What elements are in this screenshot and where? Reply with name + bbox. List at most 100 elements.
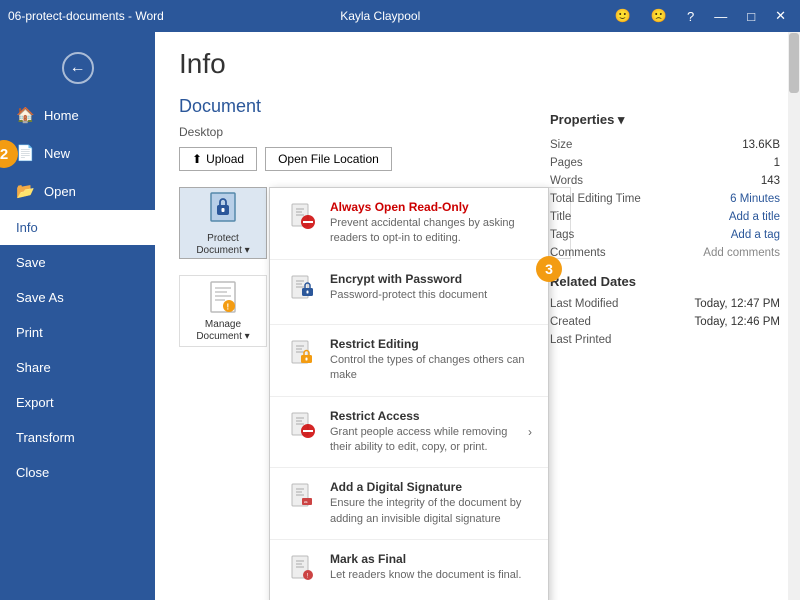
menu-item-always-open-readonly[interactable]: Always Open Read-Only Prevent accidental…: [270, 188, 548, 260]
sidebar-item-transform[interactable]: Transform: [0, 420, 155, 455]
protect-document-label: ProtectDocument ▾: [196, 233, 249, 257]
prop-row-editing-time: Total Editing Time 6 Minutes: [550, 190, 780, 208]
prop-value-last-modified: Today, 12:47 PM: [695, 298, 780, 310]
prop-label-words: Words: [550, 175, 583, 187]
home-icon: 🏠: [16, 106, 34, 124]
prop-value-editing-time: 6 Minutes: [730, 193, 780, 205]
app-body: ← 🏠 Home 📄 New 2 📂 Open Info Save Save A…: [0, 32, 800, 600]
prop-label-created: Created: [550, 316, 591, 328]
protect-document-dropdown: 3 Always Open R: [269, 187, 549, 600]
prop-value-tags: Add a tag: [731, 229, 780, 241]
page-title: Info: [179, 48, 776, 80]
menu-item-mark-final[interactable]: ! Mark as Final Let readers know the doc…: [270, 540, 548, 600]
sidebar-item-info[interactable]: Info: [0, 210, 155, 245]
menu-item-restrict-editing[interactable]: Restrict Editing Control the types of ch…: [270, 325, 548, 397]
titlebar-user: Kayla Claypool: [340, 9, 420, 23]
scrollbar-track[interactable]: [788, 32, 800, 600]
sidebar-label-export: Export: [16, 395, 54, 410]
sidebar-item-new[interactable]: 📄 New 2: [0, 134, 155, 172]
sidebar-label-saveas: Save As: [16, 290, 64, 305]
sidebar-label-info: Info: [16, 220, 38, 235]
menu-item-text-digital-signature: Add a Digital Signature Ensure the integ…: [330, 480, 532, 527]
menu-item-text-encrypt: Encrypt with Password Password-protect t…: [330, 272, 487, 303]
prop-value-title: Add a title: [729, 211, 780, 223]
sidebar-item-share[interactable]: Share: [0, 350, 155, 385]
new-icon: 📄: [16, 144, 34, 162]
related-dates: Related Dates Last Modified Today, 12:47…: [550, 274, 780, 349]
properties-header: Properties ▾: [550, 112, 780, 128]
sidebar-item-print[interactable]: Print: [0, 315, 155, 350]
prop-label-title: Title: [550, 211, 571, 223]
prop-value-words: 143: [761, 175, 780, 187]
prop-row-tags[interactable]: Tags Add a tag: [550, 226, 780, 244]
prop-value-pages: 1: [774, 157, 780, 169]
upload-button[interactable]: ⬆ Upload: [179, 147, 257, 171]
manage-document-button[interactable]: ! ManageDocument ▾: [179, 275, 267, 347]
sidebar-label-share: Share: [16, 360, 51, 375]
menu-item-digital-signature[interactable]: ✏ Add a Digital Signature Ensure the int…: [270, 468, 548, 540]
prop-label-pages: Pages: [550, 157, 583, 169]
prop-row-size: Size 13.6KB: [550, 136, 780, 154]
protect-document-icon: [207, 189, 239, 231]
sidebar-label-save: Save: [16, 255, 46, 270]
badge-3: 3: [536, 256, 562, 282]
menu-item-encrypt-password[interactable]: Encrypt with Password Password-protect t…: [270, 260, 548, 325]
prop-label-last-modified: Last Modified: [550, 298, 618, 310]
back-button[interactable]: ←: [8, 44, 147, 92]
prop-label-last-printed: Last Printed: [550, 334, 611, 346]
sidebar-item-export[interactable]: Export: [0, 385, 155, 420]
manage-document-label: ManageDocument ▾: [196, 319, 249, 343]
emoji-sad[interactable]: 🙁: [645, 6, 673, 26]
prop-value-comments: Add comments: [703, 247, 780, 259]
emoji-happy[interactable]: 🙂: [609, 6, 637, 26]
protect-document-button[interactable]: ProtectDocument ▾: [179, 187, 267, 259]
menu-item-text-mark-final: Mark as Final Let readers know the docum…: [330, 552, 521, 583]
readonly-icon: [286, 200, 318, 240]
titlebar: 06-protect-documents - Word Kayla Claypo…: [0, 0, 800, 32]
titlebar-controls: 🙂 🙁 ? — □ ✕: [609, 6, 792, 26]
prop-row-last-printed: Last Printed: [550, 331, 780, 349]
menu-item-text-readonly: Always Open Read-Only Prevent accidental…: [330, 200, 532, 247]
minimize-button[interactable]: —: [708, 7, 733, 26]
sidebar-label-open: Open: [44, 184, 76, 199]
open-icon: 📂: [16, 182, 34, 200]
prop-row-created: Created Today, 12:46 PM: [550, 313, 780, 331]
related-dates-header: Related Dates: [550, 274, 780, 289]
prop-row-comments[interactable]: Comments Add comments: [550, 244, 780, 262]
mark-final-icon: !: [286, 552, 318, 592]
open-file-location-button[interactable]: Open File Location: [265, 147, 392, 171]
prop-row-words: Words 143: [550, 172, 780, 190]
help-button[interactable]: ?: [681, 7, 700, 26]
manage-document-icon: !: [207, 280, 239, 319]
prop-row-last-modified: Last Modified Today, 12:47 PM: [550, 295, 780, 313]
content-area: Info Document Desktop ⬆ Upload Open File…: [155, 32, 800, 600]
sidebar-label-new: New: [44, 146, 70, 161]
sidebar-item-saveas[interactable]: Save As: [0, 280, 155, 315]
sidebar-item-save[interactable]: Save: [0, 245, 155, 280]
encrypt-icon: [286, 272, 318, 312]
back-circle-icon: ←: [62, 52, 94, 84]
sidebar-label-home: Home: [44, 108, 79, 123]
sidebar-label-print: Print: [16, 325, 43, 340]
titlebar-title: 06-protect-documents - Word: [8, 9, 164, 23]
sidebar-item-close[interactable]: Close: [0, 455, 155, 490]
prop-row-pages: Pages 1: [550, 154, 780, 172]
scrollbar-thumb[interactable]: [789, 33, 799, 93]
sidebar-item-open[interactable]: 📂 Open: [0, 172, 155, 210]
menu-item-restrict-access[interactable]: Restrict Access Grant people access whil…: [270, 397, 548, 469]
maximize-button[interactable]: □: [741, 7, 761, 26]
prop-value-created: Today, 12:46 PM: [695, 316, 780, 328]
close-button[interactable]: ✕: [769, 6, 792, 26]
prop-row-title[interactable]: Title Add a title: [550, 208, 780, 226]
menu-item-text-restrict-editing: Restrict Editing Control the types of ch…: [330, 337, 532, 384]
svg-text:!: !: [227, 302, 230, 311]
restrict-access-icon: [286, 409, 318, 449]
sidebar-label-close: Close: [16, 465, 49, 480]
restrict-access-arrow: ›: [528, 425, 532, 439]
prop-label-tags: Tags: [550, 229, 574, 241]
sidebar-label-transform: Transform: [16, 430, 75, 445]
sidebar: ← 🏠 Home 📄 New 2 📂 Open Info Save Save A…: [0, 32, 155, 600]
digital-signature-icon: ✏: [286, 480, 318, 520]
sidebar-item-home[interactable]: 🏠 Home: [0, 96, 155, 134]
prop-value-size: 13.6KB: [742, 139, 780, 151]
